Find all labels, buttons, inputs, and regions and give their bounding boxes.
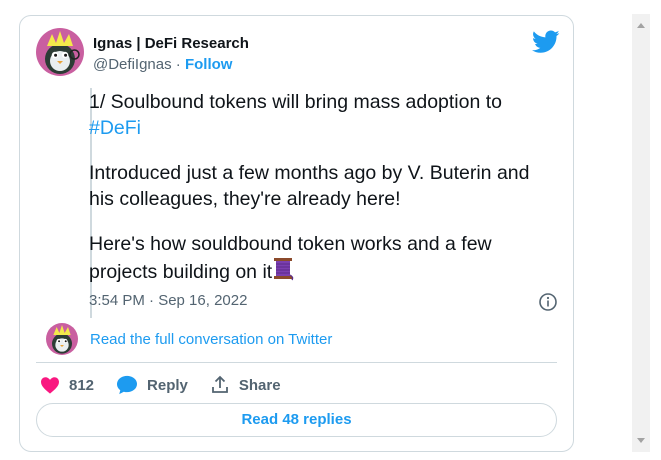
author-handle-row: @DefiIgnas · Follow [93,56,232,73]
read-replies-button[interactable]: Read 48 replies [36,403,557,437]
scrollbar[interactable] [632,14,650,452]
read-full-conversation-link[interactable]: Read the full conversation on Twitter [90,331,332,348]
hashtag-defi[interactable]: #DeFi [89,117,141,139]
info-icon[interactable] [538,292,558,312]
heart-icon [41,377,59,394]
author-avatar[interactable] [36,28,84,76]
author-handle[interactable]: @DefiIgnas [93,56,172,73]
likes-count: 812 [69,376,95,394]
divider [36,362,557,363]
follow-link[interactable]: Follow [185,56,233,73]
scroll-up-arrow[interactable] [632,16,650,34]
share-icon [211,375,228,393]
tweet-line-1: 1/ Soulbound tokens will bring mass adop… [89,91,503,113]
tweet-paragraph-1: 1/ Soulbound tokens will bring mass adop… [89,89,559,141]
share-button[interactable]: Share [210,375,281,395]
like-button[interactable]: 812 [40,376,94,394]
share-label: Share [238,376,281,394]
author-name[interactable]: Ignas | DeFi Research [93,35,249,52]
thread-spool-emoji [272,257,294,281]
scroll-down-arrow[interactable] [632,432,650,450]
reply-label: Reply [147,376,188,394]
reply-bubble-icon [117,375,138,395]
conversation-avatar[interactable] [46,323,78,355]
reply-button[interactable]: Reply [116,375,188,395]
handle-separator: · [171,56,185,73]
tweet-paragraph-3: Here's how souldbound token works and a … [89,231,559,285]
twitter-bird-icon[interactable] [531,30,560,54]
tweet-paragraph-2: Introduced just a few months ago by V. B… [89,162,530,210]
tweet-actions: 812 Reply Share [40,374,303,396]
embedded-tweet-card: Ignas | DeFi Research @DefiIgnas · Follo… [19,15,574,452]
tweet-timestamp[interactable]: 3:54 PM · Sep 16, 2022 [89,292,247,309]
tweet-text: 1/ Soulbound tokens will bring mass adop… [89,89,559,304]
